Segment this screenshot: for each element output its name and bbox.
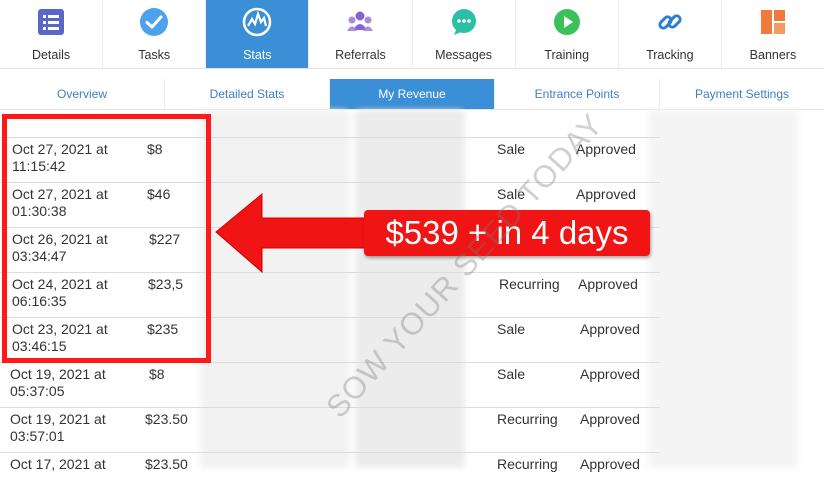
row-amount: $23.50 [145, 456, 188, 472]
nav-banners[interactable]: Banners [722, 0, 824, 68]
nav-banners-label: Banners [749, 48, 797, 62]
row-date: Oct 19, 2021 at 03:57:01 [10, 411, 106, 444]
tab-detailed-stats[interactable]: Detailed Stats [165, 79, 330, 109]
nav-stats[interactable]: Stats [206, 0, 310, 68]
list-icon [38, 9, 65, 35]
row-type: Recurring [497, 456, 558, 472]
red-arrow-icon [215, 192, 373, 274]
main-nav: Details Tasks Stats Referrals Messages T… [0, 0, 824, 69]
row-status: Approved [576, 186, 636, 202]
row-status: Approved [580, 321, 640, 337]
tab-payment-settings[interactable]: Payment Settings [660, 79, 824, 109]
row-status: Approved [580, 366, 640, 382]
row-date: Oct 17, 2021 at [10, 456, 106, 472]
row-status: Approved [578, 276, 638, 292]
table-row: Oct 17, 2021 at $23.50 Recurring Approve… [0, 452, 660, 497]
layout-icon [760, 10, 785, 34]
nav-tracking[interactable]: Tracking [619, 0, 722, 68]
nav-training[interactable]: Training [516, 0, 619, 68]
nav-messages[interactable]: Messages [413, 0, 516, 68]
link-icon [658, 14, 682, 30]
tab-overview[interactable]: Overview [0, 79, 165, 109]
row-type: Sale [497, 321, 526, 337]
stats-subnav: Overview Detailed Stats My Revenue Entra… [0, 79, 824, 110]
nav-referrals[interactable]: Referrals [309, 0, 413, 68]
row-amount: $8 [149, 366, 165, 382]
row-type: Sale [497, 366, 526, 382]
nav-training-label: Training [544, 48, 590, 62]
row-status: Approved [580, 411, 640, 427]
highlight-box [2, 114, 211, 363]
row-type: Sale [497, 141, 526, 157]
chat-icon [451, 9, 476, 35]
row-type: Recurring [499, 276, 560, 292]
nav-referrals-label: Referrals [335, 48, 386, 62]
row-status: Approved [580, 456, 640, 472]
checkmark-icon [140, 8, 169, 36]
play-icon [553, 9, 580, 35]
people-icon [347, 11, 374, 31]
chart-icon [243, 7, 272, 37]
nav-tasks[interactable]: Tasks [103, 0, 207, 68]
nav-tracking-label: Tracking [646, 48, 694, 62]
nav-stats-label: Stats [243, 48, 272, 62]
nav-details-label: Details [31, 48, 71, 62]
nav-messages-label: Messages [435, 48, 493, 62]
row-type: Recurring [497, 411, 558, 427]
row-date: Oct 19, 2021 at 05:37:05 [10, 366, 106, 399]
tab-my-revenue[interactable]: My Revenue [330, 79, 495, 109]
redacted-column [648, 110, 798, 468]
row-amount: $23.50 [145, 411, 188, 427]
nav-tasks-label: Tasks [138, 48, 171, 62]
nav-details[interactable]: Details [0, 0, 104, 68]
